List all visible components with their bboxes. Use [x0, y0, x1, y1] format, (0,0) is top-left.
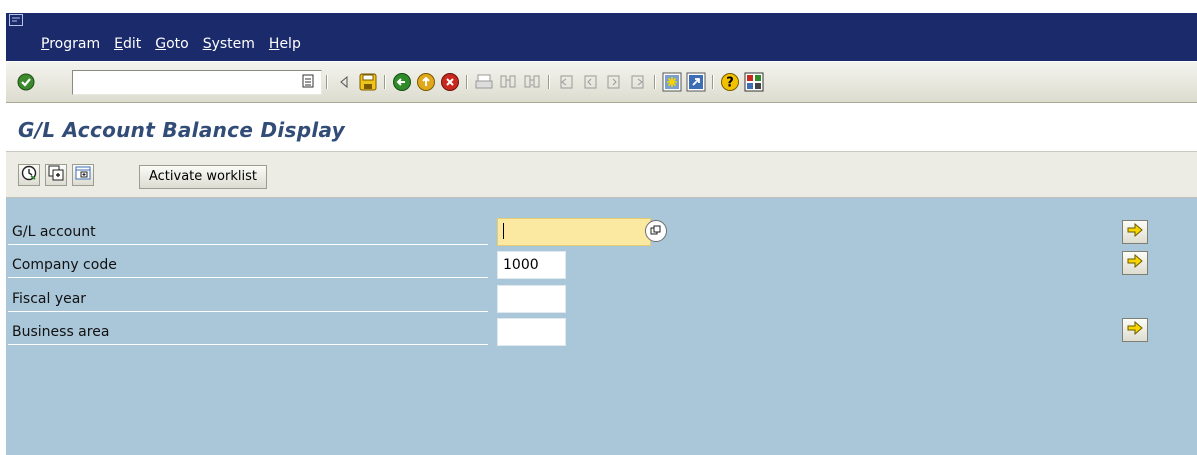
cancel-icon[interactable] [440, 72, 460, 92]
execute-button[interactable] [18, 164, 40, 186]
arrow-right-icon [1127, 253, 1143, 272]
text-cursor [503, 223, 504, 239]
menu-program[interactable]: Program [41, 36, 100, 52]
command-field[interactable] [72, 70, 322, 95]
menu-edit[interactable]: Edit [114, 36, 141, 52]
standard-toolbar: ? [6, 61, 1197, 103]
next-page-icon[interactable] [604, 72, 624, 92]
previous-page-icon[interactable] [580, 72, 600, 92]
menu-system[interactable]: System [203, 36, 255, 52]
gl-account-label: G/L account [8, 220, 488, 245]
company-code-multiple-selection-button[interactable] [1122, 251, 1148, 275]
toolbar-separator [654, 75, 656, 89]
menu-help[interactable]: Help [269, 36, 301, 52]
search-help-button[interactable] [645, 220, 667, 242]
company-code-input[interactable]: 1000 [497, 251, 566, 279]
gl-account-input[interactable] [497, 218, 651, 246]
business-area-label: Business area [8, 320, 488, 345]
help-icon[interactable]: ? [720, 72, 740, 92]
application-toolbar: Activate worklist [6, 152, 1197, 198]
get-variant-button[interactable] [45, 164, 67, 186]
arrow-right-icon [1127, 320, 1143, 339]
business-area-multiple-selection-button[interactable] [1122, 318, 1148, 342]
arrow-right-icon [1127, 222, 1143, 241]
system-menu-icon[interactable] [9, 14, 23, 26]
fiscal-year-input[interactable] [497, 285, 566, 313]
business-area-input[interactable] [497, 318, 566, 346]
toolbar-separator [466, 75, 468, 89]
exit-icon[interactable] [416, 72, 436, 92]
first-page-icon[interactable] [556, 72, 576, 92]
svg-text:?: ? [726, 76, 734, 91]
command-history-icon[interactable] [300, 74, 316, 90]
toolbar-separator [326, 75, 328, 89]
fiscal-year-label: Fiscal year [8, 287, 488, 312]
activate-worklist-button[interactable]: Activate worklist [139, 165, 267, 189]
toolbar-separator [548, 75, 550, 89]
get-variant-icon [48, 165, 64, 185]
find-next-icon[interactable] [522, 72, 542, 92]
shortcut-icon[interactable] [686, 72, 706, 92]
print-icon[interactable] [474, 72, 494, 92]
last-page-icon[interactable] [628, 72, 648, 92]
create-session-icon[interactable] [662, 72, 682, 92]
selection-options-button[interactable] [72, 164, 94, 186]
company-code-label: Company code [8, 253, 488, 278]
menu-items: Program Edit Goto System Help [41, 36, 315, 52]
back-icon[interactable] [392, 72, 412, 92]
save-icon[interactable] [358, 72, 378, 92]
toolbar-separator [712, 75, 714, 89]
selection-options-icon [75, 165, 91, 185]
back-nav-icon[interactable] [334, 72, 354, 92]
search-help-icon [650, 225, 662, 238]
page-title: G/L Account Balance Display [18, 118, 346, 142]
gl-account-multiple-selection-button[interactable] [1122, 220, 1148, 244]
find-icon[interactable] [498, 72, 518, 92]
enter-icon[interactable] [16, 72, 36, 92]
toolbar-separator [384, 75, 386, 89]
layout-menu-icon[interactable] [744, 72, 764, 92]
menu-goto[interactable]: Goto [155, 36, 188, 52]
menu-bar: Program Edit Goto System Help [6, 13, 1197, 61]
execute-icon [21, 165, 37, 185]
